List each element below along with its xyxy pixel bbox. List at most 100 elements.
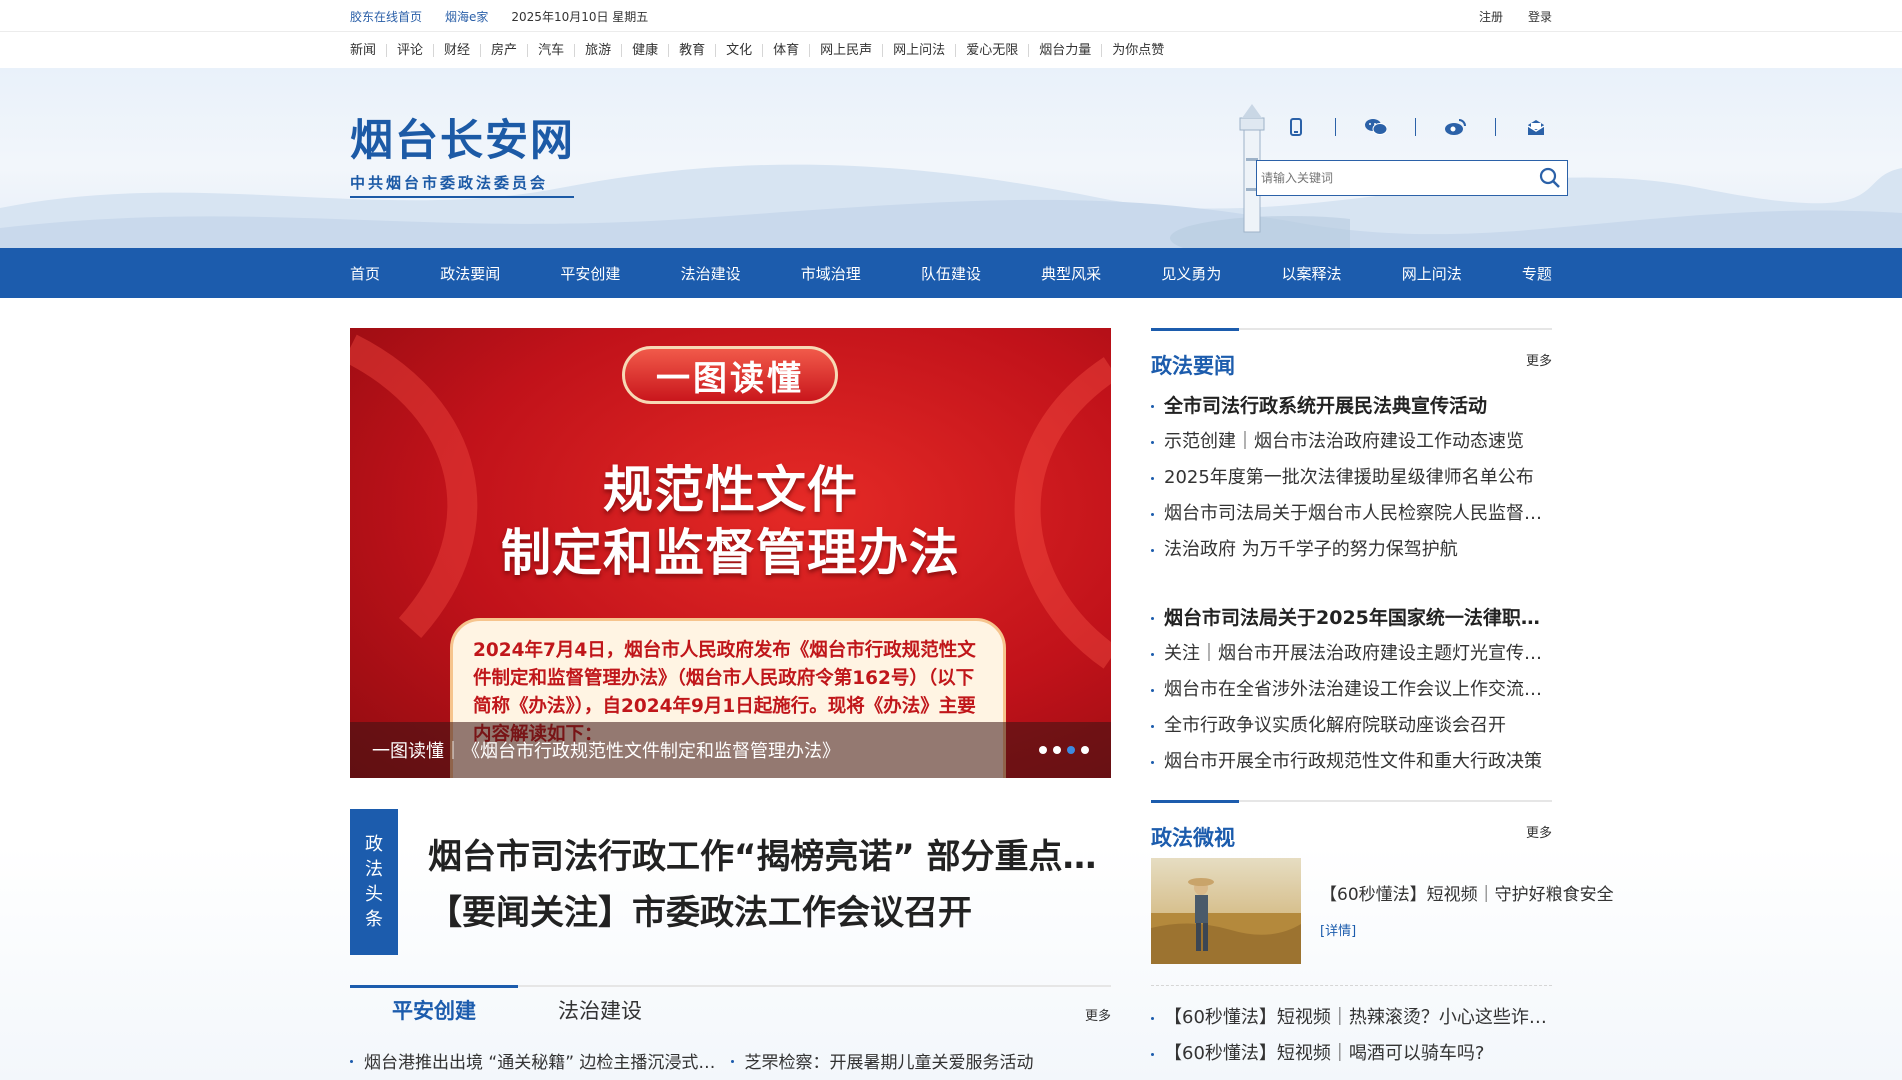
nav-item[interactable]: 典型风采 <box>1041 263 1101 284</box>
micro-video-list: 【60秒懂法】短视频｜热辣滚烫？小心这些诈骗陷阱 【60秒懂法】短视频｜喝酒可以骑… <box>1151 1000 1552 1072</box>
channel-link[interactable]: 评论 <box>386 43 433 57</box>
slide-caption-bar: 一图读懂｜《烟台市行政规范性文件制定和监督管理办法》 <box>350 722 1111 778</box>
headline-block: 政法头条 烟台市司法行政工作“揭榜亮诺” 部分重点工作 【要闻关注】市委政法工作… <box>350 809 1111 955</box>
channel-link[interactable]: 教育 <box>668 43 715 57</box>
main-content: 一图读懂 规范性文件 制定和监督管理办法 2024年7月4日，烟台市人民政府发布… <box>0 298 1902 1080</box>
nav-item[interactable]: 市域治理 <box>801 263 861 284</box>
wechat-icon[interactable] <box>1336 116 1415 138</box>
login-link[interactable]: 登录 <box>1528 8 1552 25</box>
video-title[interactable]: 【60秒懂法】短视频｜守护好粮食安全 <box>1320 880 1614 905</box>
channel-link[interactable]: 新闻 <box>350 44 386 57</box>
nav-item[interactable]: 法治建设 <box>681 263 741 284</box>
slide-dot[interactable] <box>1067 746 1075 754</box>
headline-item[interactable]: 【要闻关注】市委政法工作会议召开 <box>428 885 1111 934</box>
channel-link[interactable]: 网上民声 <box>809 43 882 57</box>
channel-link[interactable]: 旅游 <box>574 43 621 57</box>
featured-video: 【60秒懂法】短视频｜守护好粮食安全 [详情] <box>1151 858 1614 986</box>
channel-bar: 新闻 评论 财经 房产 汽车 旅游 健康 教育 文化 体育 网上民声 网上问法 爱心无限 烟台力量 为你点赞 <box>0 32 1902 68</box>
politics-news-more-link[interactable]: 更多 <box>1526 350 1552 369</box>
slide-dots <box>1039 746 1089 754</box>
main-nav: 首页 政法要闻 平安创建 法治建设 市域治理 队伍建设 典型风采 见义勇为 以案释法 网上问法 专题 <box>0 248 1902 298</box>
list-item[interactable]: 烟台港推出出境 “通关秘籍” 边检主播沉浸式解读 <box>350 1048 731 1073</box>
search-box <box>1256 160 1568 196</box>
list-item[interactable]: 烟台市在全省涉外法治建设工作会议上作交流发言 <box>1151 672 1552 708</box>
nav-item[interactable]: 以案释法 <box>1282 263 1342 284</box>
headline-tag: 政法头条 <box>350 809 398 955</box>
list-item[interactable]: 【60秒懂法】短视频｜热辣滚烫？小心这些诈骗陷阱 <box>1151 1000 1552 1036</box>
tabs-more-link[interactable]: 更多 <box>1085 1005 1111 1024</box>
slide-dot[interactable] <box>1081 746 1089 754</box>
search-button[interactable] <box>1533 161 1567 195</box>
list-item[interactable]: 烟台市司法局关于2025年国家统一法律职业资格考试 <box>1151 600 1552 636</box>
channel-link[interactable]: 健康 <box>621 43 668 57</box>
channel-link[interactable]: 汽车 <box>527 43 574 57</box>
politics-news-header: 政法要闻 更多 <box>1151 328 1552 378</box>
list-item[interactable]: 烟台市司法局关于烟台市人民检察院人民监督员选任 <box>1151 496 1552 532</box>
nav-item[interactable]: 网上问法 <box>1402 263 1462 284</box>
channel-link[interactable]: 烟台力量 <box>1028 43 1101 57</box>
nav-item[interactable]: 政法要闻 <box>440 263 500 284</box>
news-tabs: 平安创建 法治建设 更多 <box>350 985 1111 1033</box>
list-item[interactable]: 全市司法行政系统开展民法典宣传活动 <box>1151 388 1552 424</box>
list-gap <box>1151 568 1552 600</box>
section-title: 政法要闻 <box>1151 354 1235 378</box>
list-item[interactable]: 【60秒懂法】短视频｜喝酒可以骑车吗? <box>1151 1036 1552 1072</box>
slide-dot[interactable] <box>1053 746 1061 754</box>
site-title[interactable]: 烟台长安网 <box>350 106 575 168</box>
slide-main-line-1: 规范性文件 <box>603 461 858 519</box>
headline-item[interactable]: 烟台市司法行政工作“揭榜亮诺” 部分重点工作 <box>428 829 1111 878</box>
tab-ping-an[interactable]: 平安创建 <box>350 985 518 1031</box>
list-item[interactable]: 烟台市开展全市行政规范性文件和重大行政决策 <box>1151 744 1552 780</box>
channel-link[interactable]: 为你点赞 <box>1101 43 1174 57</box>
list-item[interactable]: 法治政府 为万千学子的努力保驾护航 <box>1151 532 1552 568</box>
nav-item[interactable]: 专题 <box>1522 263 1552 284</box>
nav-item[interactable]: 首页 <box>350 263 380 284</box>
headline-tag-char: 条 <box>365 909 383 930</box>
channel-link[interactable]: 体育 <box>762 43 809 57</box>
video-thumbnail[interactable] <box>1151 858 1301 964</box>
mail-icon[interactable] <box>1496 116 1575 138</box>
top-bar: 胶东在线首页 烟海e家 2025年10月10日 星期五 注册 登录 <box>0 0 1902 32</box>
nav-item[interactable]: 队伍建设 <box>921 263 981 284</box>
site-subtitle: 中共烟台市委政法委员会 <box>350 172 574 198</box>
account-links: 注册 登录 <box>1479 8 1552 25</box>
list-item[interactable]: 2025年度第一批次法律援助星级律师名单公布 <box>1151 460 1552 496</box>
right-column: 政法要闻 更多 全市司法行政系统开展民法典宣传活动 示范创建｜烟台市法治政府建设工… <box>1151 328 1614 1072</box>
list-item[interactable]: 芝罘检察：开展暑期儿童关爱服务活动 <box>730 1048 1112 1073</box>
channel-link[interactable]: 文化 <box>715 43 762 57</box>
social-icons <box>1256 116 1575 138</box>
mobile-icon[interactable] <box>1256 116 1335 138</box>
micro-video-header: 政法微视 更多 <box>1151 800 1552 850</box>
slide-main-line-2: 制定和监督管理办法 <box>501 524 960 582</box>
list-item[interactable]: 示范创建｜烟台市法治政府建设工作动态速览 <box>1151 424 1552 460</box>
search-icon <box>1539 167 1560 188</box>
nav-item[interactable]: 平安创建 <box>560 263 620 284</box>
site-banner: 烟台长安网 中共烟台市委政法委员会 <box>0 68 1902 248</box>
channel-link[interactable]: 财经 <box>433 43 480 57</box>
channel-link[interactable]: 网上问法 <box>882 43 955 57</box>
search-input[interactable] <box>1257 161 1533 195</box>
tab-fa-zhi[interactable]: 法治建设 <box>558 987 642 1033</box>
micro-video-more-link[interactable]: 更多 <box>1526 822 1552 841</box>
featured-slideshow[interactable]: 一图读懂 规范性文件 制定和监督管理办法 2024年7月4日，烟台市人民政府发布… <box>350 328 1111 778</box>
weibo-icon[interactable] <box>1416 116 1495 138</box>
main-nav-list: 首页 政法要闻 平安创建 法治建设 市域治理 队伍建设 典型风采 见义勇为 以案释法 网上问法 专题 <box>350 248 1552 298</box>
list-item[interactable]: 关注｜烟台市开展法治政府建设主题灯光宣传活动 <box>1151 636 1552 672</box>
current-date: 2025年10月10日 星期五 <box>511 9 649 24</box>
jiaodong-home-link[interactable]: 胶东在线首页 <box>350 8 422 25</box>
headline-tag-char: 政 <box>365 834 383 855</box>
headline-tag-char: 法 <box>365 859 383 880</box>
channel-link[interactable]: 爱心无限 <box>955 43 1028 57</box>
tab-news-list: 烟台港推出出境 “通关秘籍” 边检主播沉浸式解读 芝罘检察：开展暑期儿童关爱服务… <box>350 1048 1111 1073</box>
section-title: 政法微视 <box>1151 826 1235 850</box>
slide-dot[interactable] <box>1039 746 1047 754</box>
nav-item[interactable]: 见义勇为 <box>1161 263 1221 284</box>
list-item[interactable]: 全市行政争议实质化解府院联动座谈会召开 <box>1151 708 1552 744</box>
video-detail-link[interactable]: [详情] <box>1320 920 1356 939</box>
slide-pill-title: 一图读懂 <box>622 346 838 404</box>
slide-caption[interactable]: 一图读懂｜《烟台市行政规范性文件制定和监督管理办法》 <box>372 737 840 763</box>
register-link[interactable]: 注册 <box>1479 8 1503 25</box>
yanhai-ehome-link[interactable]: 烟海e家 <box>445 8 488 25</box>
channel-list: 新闻 评论 财经 房产 汽车 旅游 健康 教育 文化 体育 网上民声 网上问法 爱心无限 烟台力量 为你点赞 <box>350 32 1552 68</box>
channel-link[interactable]: 房产 <box>480 43 527 57</box>
